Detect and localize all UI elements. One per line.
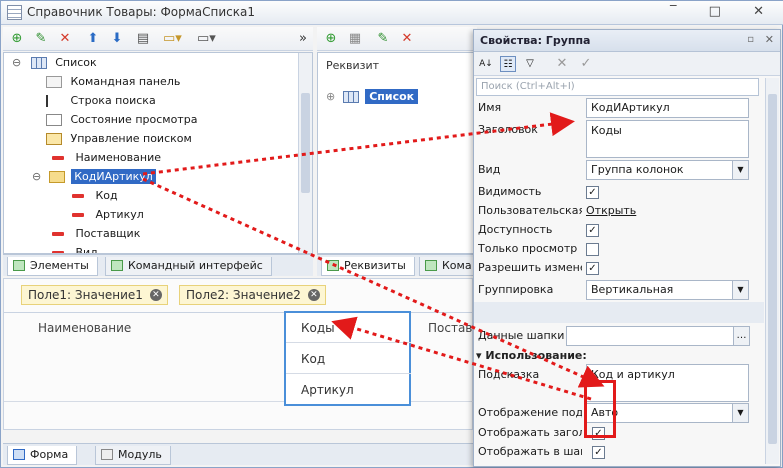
annotation-arrows xyxy=(142,112,605,401)
arrow-to-group-preview xyxy=(331,316,592,401)
arrow-to-header-field xyxy=(142,112,575,176)
main-window: Справочник Товары: ФормаСписка1 ‾ □ ✕ ⊕ … xyxy=(0,0,783,468)
arrow-to-checkboxes xyxy=(142,177,605,388)
